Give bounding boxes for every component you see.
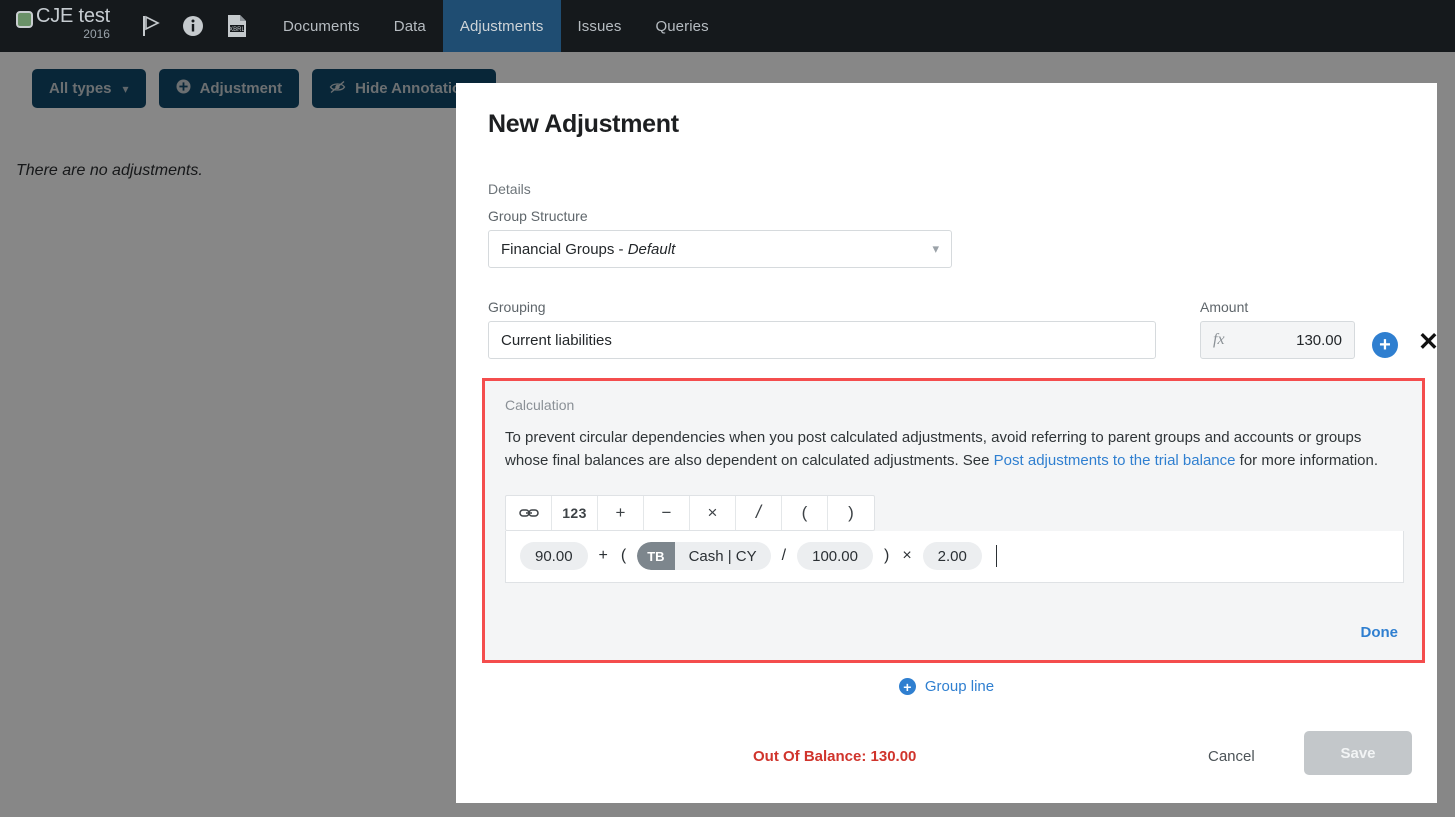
- tab-data[interactable]: Data: [377, 0, 443, 52]
- group-structure-value: Financial Groups -: [501, 240, 628, 258]
- top-navigation-bar: CJE test 2016 XBRL Documents Data Adjust…: [0, 0, 1455, 52]
- formula-token-value[interactable]: 2.00: [922, 542, 982, 571]
- xbrl-document-icon[interactable]: XBRL: [226, 14, 248, 38]
- calculation-toolbar: 123 + − × / ( ): [505, 494, 875, 531]
- add-line-button[interactable]: +: [1372, 332, 1398, 358]
- add-group-line-label: Group line: [924, 678, 995, 695]
- engagement-status-square-icon: [16, 11, 33, 28]
- save-button[interactable]: Save: [1304, 731, 1412, 775]
- number-button[interactable]: 123: [552, 495, 598, 530]
- multiply-button[interactable]: ×: [690, 495, 736, 530]
- info-icon[interactable]: [182, 15, 204, 37]
- formula-token-divide: /: [781, 547, 787, 565]
- calculation-label: Calculation: [505, 397, 575, 413]
- plus-circle-icon: +: [898, 678, 916, 695]
- grouping-label: Grouping: [488, 299, 546, 315]
- details-section-label: Details: [488, 181, 531, 197]
- formula-token-multiply: ×: [902, 547, 912, 565]
- chevron-down-icon: ▾: [932, 241, 939, 256]
- engagement-year: 2016: [83, 27, 110, 41]
- formula-input[interactable]: 90.00 + ( TB Cash | CY / 100.00 ) × 2.00: [505, 530, 1404, 583]
- nav-tabs: Documents Data Adjustments Issues Querie…: [266, 0, 726, 52]
- amount-input[interactable]: fx 130.00: [1200, 321, 1355, 359]
- formula-token-value[interactable]: 90.00: [520, 542, 588, 571]
- calculation-help-text: To prevent circular dependencies when yo…: [505, 427, 1395, 473]
- formula-token-operator: +: [598, 547, 608, 565]
- formula-token-open-paren: (: [620, 547, 627, 565]
- calculation-done-button[interactable]: Done: [1361, 624, 1399, 641]
- calculation-panel: Calculation To prevent circular dependen…: [482, 378, 1425, 663]
- brand-logo[interactable]: CJE test 2016: [0, 0, 130, 52]
- grouping-field-group: Grouping Current liabilities: [488, 299, 1156, 359]
- divide-button[interactable]: /: [736, 495, 782, 530]
- open-paren-button[interactable]: (: [782, 495, 828, 530]
- reference-source-tag: TB: [637, 542, 675, 571]
- formula-token-close-paren: ): [884, 547, 890, 565]
- tab-queries[interactable]: Queries: [638, 0, 725, 52]
- svg-text:XBRL: XBRL: [229, 27, 245, 33]
- formula-token-reference[interactable]: TB Cash | CY: [637, 542, 771, 571]
- modal-footer: Out Of Balance: 130.00 Cancel Save: [456, 728, 1437, 803]
- tab-documents[interactable]: Documents: [266, 0, 377, 52]
- formula-token-value[interactable]: 100.00: [797, 542, 873, 571]
- tab-adjustments[interactable]: Adjustments: [442, 0, 561, 52]
- cancel-button[interactable]: Cancel: [1208, 748, 1255, 765]
- group-structure-value-default: Default: [627, 240, 676, 258]
- amount-label: Amount: [1200, 299, 1249, 315]
- grouping-input[interactable]: Current liabilities: [488, 321, 1156, 359]
- plus-button[interactable]: +: [598, 495, 644, 530]
- amount-field-group: Amount fx 130.00: [1200, 299, 1355, 359]
- add-group-line-button[interactable]: + Group line: [456, 678, 1437, 695]
- minus-button[interactable]: −: [644, 495, 690, 530]
- close-paren-button[interactable]: ): [828, 496, 874, 530]
- post-adjustments-help-link[interactable]: Post adjustments to the trial balance: [994, 452, 1236, 469]
- tab-issues[interactable]: Issues: [561, 0, 639, 52]
- group-structure-select[interactable]: Financial Groups - Default ▾: [488, 230, 952, 268]
- text-cursor: [995, 545, 997, 568]
- flag-icon[interactable]: [142, 15, 160, 37]
- nav-icon-group: XBRL: [130, 0, 266, 52]
- calculation-help-after: for more information.: [1235, 451, 1379, 469]
- engagement-name: CJE test: [36, 5, 110, 27]
- formula-fx-icon: fx: [1213, 331, 1225, 348]
- new-adjustment-modal: New Adjustment Details Group Structure F…: [456, 83, 1439, 803]
- application-window: CJE test 2016 XBRL Documents Data Adjust…: [0, 0, 1455, 817]
- link-icon[interactable]: [506, 495, 552, 530]
- grouping-value: Current liabilities: [501, 331, 612, 349]
- remove-line-button[interactable]: ✕: [1418, 330, 1439, 355]
- group-structure-label: Group Structure: [488, 208, 588, 224]
- modal-title: New Adjustment: [488, 110, 679, 138]
- reference-account-name: Cash | CY: [688, 547, 757, 565]
- out-of-balance-status: Out Of Balance: 130.00: [753, 748, 917, 765]
- amount-value: 130.00: [1296, 331, 1342, 349]
